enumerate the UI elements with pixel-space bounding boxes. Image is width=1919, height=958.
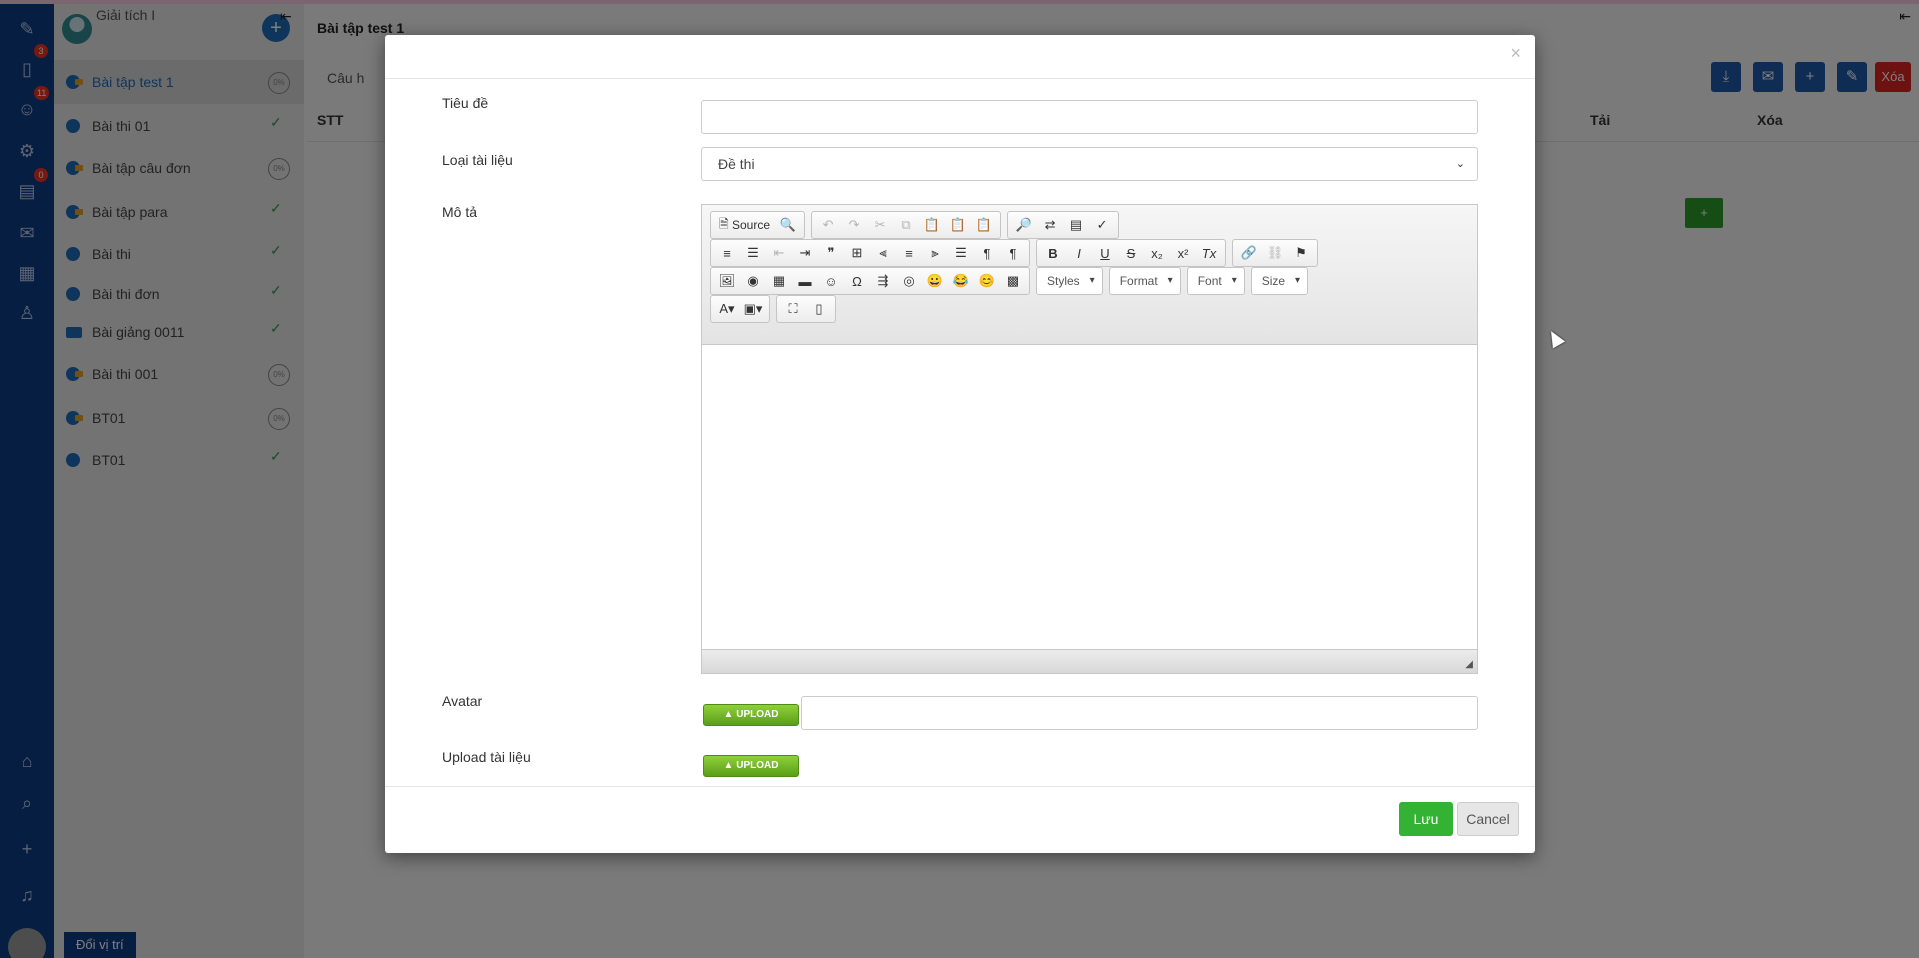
toolbar-group: ⛶ ▯ [776,295,836,323]
emoji-icon[interactable]: 😊 [974,269,1000,293]
toolbar-row: 🖼 ◉ ▦ ▬ ☺ Ω ⇶ ◎ 😀 😂 😊 ▩ Styles Fo [710,267,1309,295]
resize-handle-icon[interactable]: ◢ [1465,659,1473,670]
unlink-icon[interactable]: ⛓ [1262,241,1288,265]
chevron-down-icon: ⌄ [1455,158,1465,170]
superscript-icon[interactable]: x² [1170,241,1196,265]
underline-icon[interactable]: U [1092,241,1118,265]
iframe-icon[interactable]: ◎ [896,269,922,293]
source-button[interactable]: 🗎 Source [714,213,775,237]
subscript-icon[interactable]: x₂ [1144,241,1170,265]
title-field[interactable] [701,100,1478,134]
modal-footer: Lưu Cancel [385,786,1535,853]
smiley-icon[interactable]: ☺ [818,269,844,293]
replace-icon[interactable]: ⇄ [1037,213,1063,237]
toolbar-row: A▾ ▣▾ ⛶ ▯ [710,295,836,323]
redo-icon[interactable]: ↷ [841,213,867,237]
toolbar-row: 🗎 Source 🔍 ↶ ↷ ✂ ⧉ 📋 📋 📋 🔎 ⇄ ▤ ✓ [710,211,1120,239]
avatar-label: Avatar [442,693,483,709]
bold-icon[interactable]: B [1040,241,1066,265]
flash-icon[interactable]: ◉ [740,269,766,293]
image-icon[interactable]: 🖼 [714,269,740,293]
align-right-icon[interactable]: ⫸ [922,241,948,265]
toolbar-group: ↶ ↷ ✂ ⧉ 📋 📋 📋 [811,211,1002,239]
rich-text-editor: 🗎 Source 🔍 ↶ ↷ ✂ ⧉ 📋 📋 📋 🔎 ⇄ ▤ ✓ ≡ ☰ ⇤ ⇥… [701,204,1478,674]
page-break-icon[interactable]: ⇶ [870,269,896,293]
select-all-icon[interactable]: ▤ [1063,213,1089,237]
source-icon: 🗎 [719,216,732,231]
save-button[interactable]: Lưu [1399,802,1453,836]
title-label: Tiêu đề [442,95,489,111]
toolbar-group: ≡ ☰ ⇤ ⇥ ❞ ⊞ ⫷ ≡ ⫸ ☰ ¶ ¶ [710,239,1030,267]
toolbar-group: 🗎 Source 🔍 [710,211,806,239]
close-icon[interactable]: × [1510,43,1521,64]
spellcheck-icon[interactable]: ✓ [1089,213,1115,237]
align-center-icon[interactable]: ≡ [896,241,922,265]
avatar-path-field[interactable] [801,696,1478,730]
horizontal-line-icon[interactable]: ▬ [792,269,818,293]
rtl-icon[interactable]: ¶ [1000,241,1026,265]
toolbar-row: ≡ ☰ ⇤ ⇥ ❞ ⊞ ⫷ ≡ ⫸ ☰ ¶ ¶ B I U S x₂ x² Tx… [710,239,1318,267]
text-color-icon[interactable]: A▾ [714,297,740,321]
modal-body: Tiêu đề Loại tài liệu Đề thi ⌄ Mô tả 🗎 S… [385,79,1535,786]
show-blocks-icon[interactable]: ▯ [806,297,832,321]
upload-document-button[interactable]: ▲ UPLOAD [703,755,799,777]
description-label: Mô tả [442,204,478,220]
undo-icon[interactable]: ↶ [815,213,841,237]
upload-document-label: Upload tài liệu [442,749,531,765]
div-container-icon[interactable]: ⊞ [844,241,870,265]
justify-icon[interactable]: ☰ [948,241,974,265]
format-dropdown[interactable]: Format [1108,267,1181,295]
cut-icon[interactable]: ✂ [867,213,893,237]
maximize-icon[interactable]: ⛶ [780,297,806,321]
font-dropdown[interactable]: Font [1186,267,1245,295]
toolbar-group: 🖼 ◉ ▦ ▬ ☺ Ω ⇶ ◎ 😀 😂 😊 ▩ [710,267,1030,295]
media-embed-icon[interactable]: ▩ [1000,269,1026,293]
paste-text-icon[interactable]: 📋 [945,213,971,237]
indent-icon[interactable]: ⇥ [792,241,818,265]
preview-icon[interactable]: 🔍 [775,213,801,237]
type-label: Loại tài liệu [442,152,513,168]
editor-toolbar: 🗎 Source 🔍 ↶ ↷ ✂ ⧉ 📋 📋 📋 🔎 ⇄ ▤ ✓ ≡ ☰ ⇤ ⇥… [702,205,1477,345]
blockquote-icon[interactable]: ❞ [818,241,844,265]
table-icon[interactable]: ▦ [766,269,792,293]
link-icon[interactable]: 🔗 [1236,241,1262,265]
type-select-value: Đề thi [718,156,755,172]
document-modal: × Tiêu đề Loại tài liệu Đề thi ⌄ Mô tả 🗎… [385,35,1535,853]
toolbar-group: B I U S x₂ x² Tx [1036,239,1226,267]
editor-content-area[interactable] [702,346,1477,649]
background-color-icon[interactable]: ▣▾ [740,297,766,321]
paste-icon[interactable]: 📋 [919,213,945,237]
strikethrough-icon[interactable]: S [1118,241,1144,265]
upload-avatar-button[interactable]: ▲ UPLOAD [703,704,799,726]
anchor-flag-icon[interactable]: ⚑ [1288,241,1314,265]
editor-status-bar: ◢ [702,649,1477,673]
outdent-icon[interactable]: ⇤ [766,241,792,265]
type-select[interactable]: Đề thi ⌄ [701,147,1478,181]
emoji-icon[interactable]: 😀 [922,269,948,293]
align-left-icon[interactable]: ⫷ [870,241,896,265]
size-dropdown[interactable]: Size [1250,267,1309,295]
find-icon[interactable]: 🔎 [1011,213,1037,237]
cancel-button[interactable]: Cancel [1457,802,1519,836]
bulleted-list-icon[interactable]: ☰ [740,241,766,265]
copy-icon[interactable]: ⧉ [893,213,919,237]
emoji-icon[interactable]: 😂 [948,269,974,293]
numbered-list-icon[interactable]: ≡ [714,241,740,265]
modal-header: × [385,35,1535,79]
styles-dropdown[interactable]: Styles [1036,267,1103,295]
italic-icon[interactable]: I [1066,241,1092,265]
toolbar-group: 🔎 ⇄ ▤ ✓ [1007,211,1120,239]
toolbar-group: 🔗 ⛓ ⚑ [1232,239,1318,267]
special-char-icon[interactable]: Ω [844,269,870,293]
source-label: Source [731,218,771,232]
ltr-icon[interactable]: ¶ [974,241,1000,265]
toolbar-group: A▾ ▣▾ [710,295,770,323]
paste-word-icon[interactable]: 📋 [971,213,997,237]
remove-format-icon[interactable]: Tx [1196,241,1222,265]
